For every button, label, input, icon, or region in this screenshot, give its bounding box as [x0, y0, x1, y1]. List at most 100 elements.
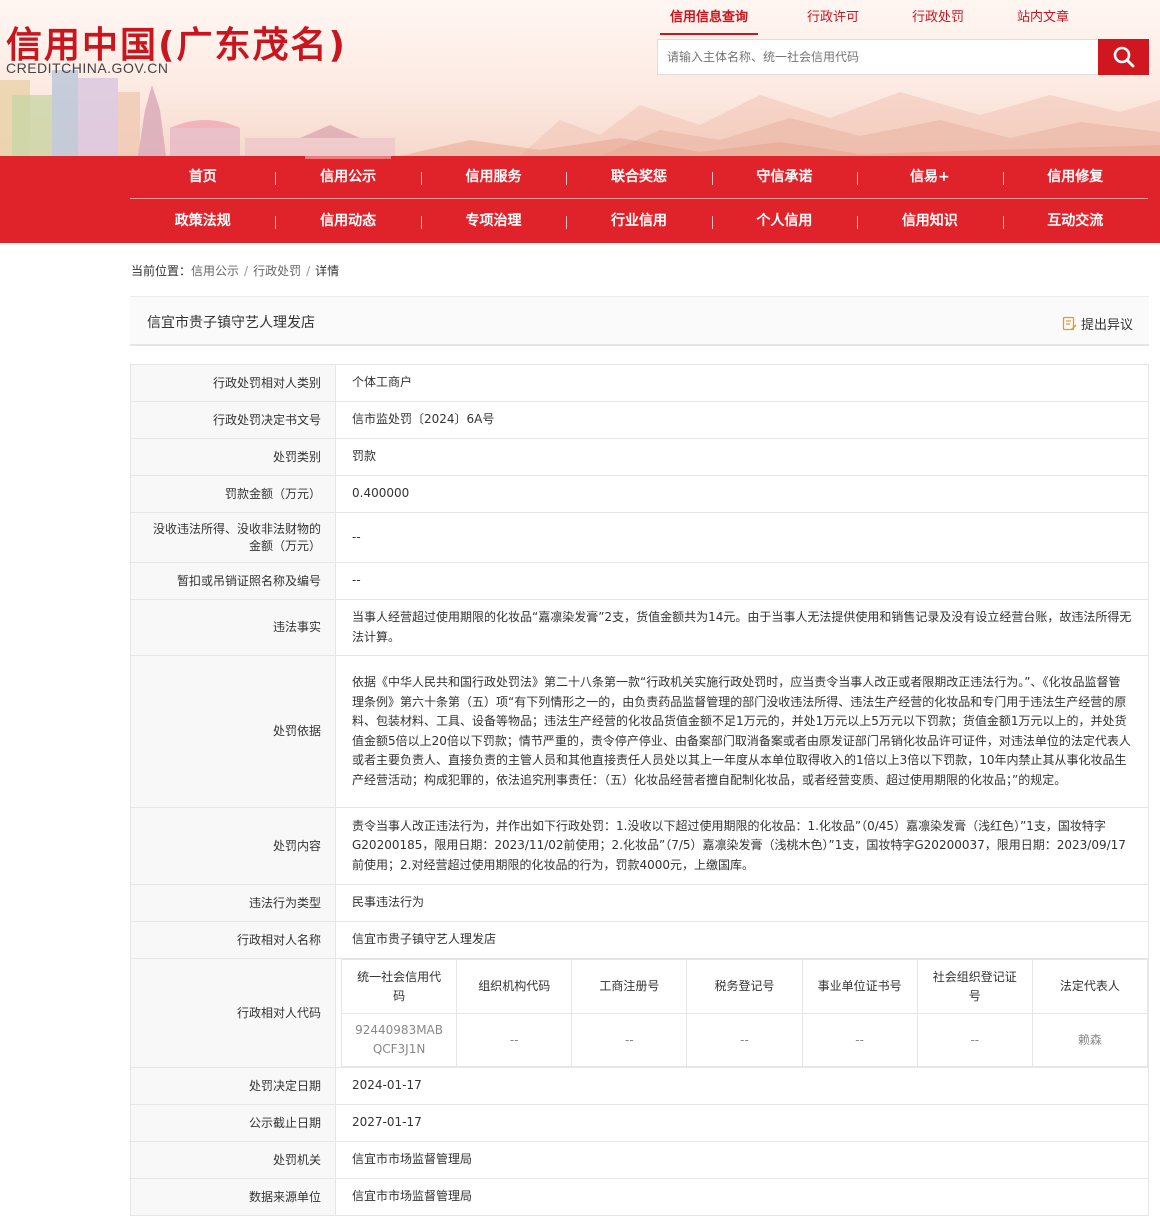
nav-item-special-governance[interactable]: 专项治理	[420, 200, 566, 243]
breadcrumb-label: 当前位置：	[131, 264, 192, 278]
field-value: --	[335, 562, 1149, 600]
codes-value-row: 92440983MABQCF3J1N -- -- -- -- -- 赖森	[340, 1013, 1149, 1067]
detail-row: 处罚依据 依据《中华人民共和国行政处罚法》第二十八条第一款“行政机关实施行政处罚…	[130, 655, 1149, 808]
field-label: 处罚决定日期	[130, 1067, 336, 1105]
field-value: 依据《中华人民共和国行政处罚法》第二十八条第一款“行政机关实施行政处罚时，应当责…	[335, 655, 1149, 808]
field-value: 个体工商户	[335, 364, 1149, 402]
detail-row: 处罚决定日期 2024-01-17	[130, 1067, 1149, 1105]
nav-item-credit-easy[interactable]: 信易+	[857, 156, 1002, 198]
detail-row: 处罚机关 信宜市市场监督管理局	[130, 1141, 1149, 1179]
breadcrumb: 当前位置：信用公示 / 行政处罚 / 详情	[131, 262, 339, 279]
field-label: 罚款金额（万元）	[130, 475, 336, 513]
codes-value-cell: --	[916, 1013, 1033, 1067]
detail-row: 罚款金额（万元） 0.400000	[130, 475, 1149, 513]
search-button[interactable]	[1098, 39, 1149, 75]
codes-cell: 统一社会信用代码 组织机构代码 工商注册号 税务登记号 事业单位证书号 社会组织…	[335, 958, 1149, 1068]
codes-header-cell: 事业单位证书号	[801, 959, 918, 1014]
codes-value-cell: 赖森	[1031, 1013, 1149, 1067]
detail-row: 行政相对人名称 信宜市贵子镇守艺人理发店	[130, 921, 1149, 959]
field-value: 信宜市市场监督管理局	[335, 1141, 1149, 1179]
codes-value-cell: --	[571, 1013, 688, 1067]
raise-objection-button[interactable]: 提出异议	[1062, 314, 1133, 333]
codes-value-cell: 92440983MABQCF3J1N	[340, 1013, 458, 1067]
top-link-admin-license[interactable]: 行政许可	[807, 6, 859, 25]
detail-row: 暂扣或吊销证照名称及编号 --	[130, 562, 1149, 600]
codes-header-cell: 组织机构代码	[456, 959, 573, 1014]
field-label: 处罚内容	[130, 807, 336, 885]
field-value: 信宜市贵子镇守艺人理发店	[335, 921, 1149, 959]
codes-value-cell: --	[801, 1013, 918, 1067]
field-label: 没收违法所得、没收非法财物的金额（万元）	[130, 512, 336, 563]
raise-objection-label: 提出异议	[1080, 318, 1133, 333]
field-label: 行政相对人名称	[130, 921, 336, 959]
field-value: 2027-01-17	[335, 1104, 1149, 1142]
site-logo-domain: CREDITCHINA.GOV.CN	[6, 60, 169, 76]
field-label: 处罚机关	[130, 1141, 336, 1179]
field-label: 处罚类别	[130, 438, 336, 476]
field-value: 罚款	[335, 438, 1149, 476]
field-label: 违法行为类型	[130, 884, 336, 922]
nav-item-industry-credit[interactable]: 行业信用	[566, 200, 711, 243]
nav-row-2: 政策法规 信用动态 专项治理 行业信用 个人信用 信用知识 互动交流	[130, 200, 1148, 243]
detail-row: 行政处罚相对人类别 个体工商户	[130, 364, 1149, 402]
detail-row: 行政处罚决定书文号 信市监处罚〔2024〕6A号	[130, 401, 1149, 439]
nav-item-interaction[interactable]: 互动交流	[1002, 200, 1148, 243]
field-label: 行政处罚决定书文号	[130, 401, 336, 439]
site-header: 信用中国(广东茂名) CREDITCHINA.GOV.CN 信用信息查询 行政许…	[0, 0, 1160, 156]
detail-row: 数据来源单位 信宜市市场监督管理局	[130, 1178, 1149, 1216]
objection-edit-icon	[1062, 316, 1077, 331]
field-label: 公示截止日期	[130, 1104, 336, 1142]
codes-value-cell: --	[456, 1013, 573, 1067]
codes-header-row: 统一社会信用代码 组织机构代码 工商注册号 税务登记号 事业单位证书号 社会组织…	[340, 959, 1149, 1014]
field-label: 行政处罚相对人类别	[130, 364, 336, 402]
field-label: 数据来源单位	[130, 1178, 336, 1216]
field-label: 处罚依据	[130, 655, 336, 808]
field-value: 0.400000	[335, 475, 1149, 513]
breadcrumb-separator: /	[306, 264, 311, 278]
breadcrumb-current: 详情	[315, 264, 340, 278]
breadcrumb-credit-publicity[interactable]: 信用公示	[191, 264, 239, 278]
detail-row: 没收违法所得、没收非法财物的金额（万元） --	[130, 512, 1149, 563]
nav-item-policies[interactable]: 政策法规	[130, 200, 275, 243]
field-value: 当事人经营超过使用期限的化妆品“嘉凛染发膏”2支，货值金额共为14元。由于当事人…	[335, 599, 1149, 656]
field-label: 违法事实	[130, 599, 336, 656]
nav-item-personal-credit[interactable]: 个人信用	[711, 200, 857, 243]
nav-item-credit-commitment[interactable]: 守信承诺	[711, 156, 857, 198]
breadcrumb-separator: /	[244, 264, 249, 278]
nav-item-credit-knowledge[interactable]: 信用知识	[857, 200, 1002, 243]
search-icon	[1113, 46, 1134, 68]
detail-row: 处罚类别 罚款	[130, 438, 1149, 476]
codes-header-cell: 社会组织登记证号	[916, 959, 1033, 1014]
entity-name-title: 信宜市贵子镇守艺人理发店	[147, 315, 315, 331]
top-link-credit-query[interactable]: 信用信息查询	[659, 6, 759, 35]
field-value: 责令当事人改正违法行为，并作出如下行政处罚：1.没收以下超过使用期限的化妆品：1…	[335, 807, 1149, 885]
field-value: 信市监处罚〔2024〕6A号	[335, 401, 1149, 439]
codes-header-cell: 工商注册号	[571, 959, 688, 1014]
top-link-site-articles[interactable]: 站内文章	[1017, 6, 1069, 25]
nav-row-1: 首页 信用公示 信用服务 联合奖惩 守信承诺 信易+ 信用修复	[130, 156, 1148, 199]
entity-title-bar: 信宜市贵子镇守艺人理发店 提出异议	[130, 296, 1149, 346]
entity-codes-table: 统一社会信用代码 组织机构代码 工商注册号 税务登记号 事业单位证书号 社会组织…	[340, 959, 1149, 1067]
field-value: 2024-01-17	[335, 1067, 1149, 1105]
field-value: 信宜市市场监督管理局	[335, 1178, 1149, 1216]
nav-item-home[interactable]: 首页	[130, 156, 275, 198]
nav-item-credit-service[interactable]: 信用服务	[420, 156, 566, 198]
field-value: --	[335, 512, 1149, 563]
search-box	[657, 39, 1098, 75]
nav-item-credit-repair[interactable]: 信用修复	[1002, 156, 1148, 198]
detail-row: 违法行为类型 民事违法行为	[130, 884, 1149, 922]
penalty-detail-table: 行政处罚相对人类别 个体工商户 行政处罚决定书文号 信市监处罚〔2024〕6A号…	[130, 364, 1149, 1216]
nav-item-joint-rewards[interactable]: 联合奖惩	[566, 156, 711, 198]
top-link-admin-penalty[interactable]: 行政处罚	[912, 6, 964, 25]
nav-item-credit-publicity[interactable]: 信用公示	[275, 156, 420, 198]
breadcrumb-admin-penalty[interactable]: 行政处罚	[253, 264, 301, 278]
codes-header-cell: 法定代表人	[1031, 959, 1149, 1014]
main-nav: 首页 信用公示 信用服务 联合奖惩 守信承诺 信易+ 信用修复 政策法规 信用动…	[0, 156, 1160, 243]
nav-item-credit-news[interactable]: 信用动态	[275, 200, 420, 243]
detail-row: 处罚内容 责令当事人改正违法行为，并作出如下行政处罚：1.没收以下超过使用期限的…	[130, 807, 1149, 885]
search-input[interactable]	[658, 40, 1098, 74]
codes-header-cell: 统一社会信用代码	[340, 959, 458, 1014]
top-links: 信用信息查询 行政许可 行政处罚 站内文章	[650, 6, 1100, 35]
detail-row-codes: 行政相对人代码 统一社会信用代码 组织机构代码 工商注册号 税务登记号 事业单位…	[130, 958, 1149, 1068]
detail-row: 公示截止日期 2027-01-17	[130, 1104, 1149, 1142]
